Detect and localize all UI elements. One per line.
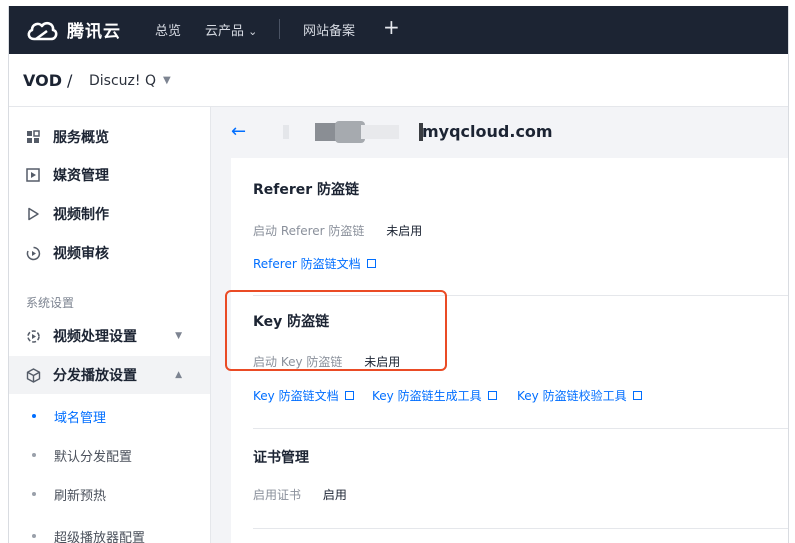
sidebar-subitem-player-config[interactable]: 超级播放器配置	[9, 518, 210, 543]
key-generate-tool-label: Key 防盗链生成工具	[372, 389, 482, 403]
cube-icon	[25, 367, 41, 383]
sidebar-item-video-processing[interactable]: 视频处理设置 ▼	[9, 317, 210, 355]
key-doc-link-label: Key 防盗链文档	[253, 389, 339, 403]
sidebar-subitem-label: 默认分发配置	[54, 449, 133, 465]
top-nav-bar: 腾讯云 总览 云产品 ⌄ 网站备案 +	[9, 6, 788, 54]
redacted-block	[283, 125, 289, 139]
external-link-icon	[632, 389, 644, 400]
sidebar-item-distribution[interactable]: 分发播放设置 ▲	[9, 356, 210, 394]
caret-down-icon: ▲	[175, 370, 182, 380]
cert-status-label: 启用证书	[253, 488, 302, 502]
plus-icon[interactable]: +	[383, 15, 400, 39]
nav-cloud-products-label: 云产品	[205, 24, 245, 39]
bullet	[32, 492, 36, 496]
key-generate-tool-link[interactable]: Key 防盗链生成工具	[372, 387, 499, 404]
external-link-icon	[344, 389, 356, 400]
caret-down-icon: ▼	[175, 331, 182, 341]
sidebar-item-label: 视频审核	[53, 246, 109, 262]
product-name: VOD	[23, 71, 62, 90]
sidebar-item-video-review[interactable]: 视频审核	[9, 234, 210, 272]
referer-doc-link-label: Referer 防盗链文档	[253, 257, 361, 271]
bullet	[32, 414, 36, 418]
breadcrumb-separator: /	[67, 71, 73, 90]
caret-down-icon[interactable]: ▼	[163, 75, 171, 86]
sidebar-item-label: 分发播放设置	[53, 368, 137, 384]
sidebar-item-label: 视频制作	[53, 207, 109, 223]
cloud-logo-icon	[27, 21, 58, 40]
external-link-icon	[487, 389, 499, 400]
chevron-down-icon: ⌄	[248, 25, 258, 38]
app-selector[interactable]: Discuz! Q	[89, 73, 156, 89]
section-title-system-settings: 系统设置	[26, 296, 75, 310]
sidebar-item-overview[interactable]: 服务概览	[9, 118, 210, 156]
media-icon	[25, 167, 41, 183]
review-icon	[25, 245, 41, 261]
play-icon	[25, 206, 41, 222]
referer-doc-link[interactable]: Referer 防盗链文档	[253, 255, 378, 272]
brand-logo[interactable]: 腾讯云	[25, 17, 121, 42]
redacted-block	[361, 125, 399, 139]
key-verify-tool-link[interactable]: Key 防盗链校验工具	[517, 387, 644, 404]
product-header: VOD / Discuz! Q ▼	[9, 54, 788, 107]
cert-section-title: 证书管理	[253, 450, 309, 466]
nav-icp-filing[interactable]: 网站备案	[303, 20, 355, 39]
back-arrow-icon[interactable]: ←	[231, 121, 246, 142]
highlight-annotation-box	[225, 290, 447, 371]
referer-status-value: 未启用	[386, 224, 423, 238]
sidebar-subitem-label: 刷新预热	[54, 488, 107, 504]
bullet	[32, 534, 36, 538]
external-link-icon	[366, 257, 378, 268]
nav-cloud-products[interactable]: 云产品 ⌄	[205, 20, 257, 39]
referer-status-row: 启动 Referer 防盗链 未启用	[253, 222, 422, 239]
sidebar-subitem-domain[interactable]: 域名管理	[9, 398, 210, 434]
nav-overview[interactable]: 总览	[155, 20, 181, 39]
sidebar-item-label: 视频处理设置	[53, 329, 137, 345]
referer-status-label: 启动 Referer 防盗链	[253, 224, 365, 238]
nav-divider	[279, 19, 280, 39]
referer-section-title: Referer 防盗链	[253, 182, 360, 198]
bullet	[32, 453, 36, 457]
key-doc-link[interactable]: Key 防盗链文档	[253, 387, 356, 404]
sidebar-item-label: 媒资管理	[53, 168, 109, 184]
sidebar-item-label: 服务概览	[53, 130, 109, 146]
sidebar-item-video-production[interactable]: 视频制作	[9, 195, 210, 233]
process-icon	[25, 328, 41, 344]
brand-name: 腾讯云	[67, 22, 121, 42]
sidebar-subitem-refresh[interactable]: 刷新预热	[9, 476, 210, 512]
sidebar-subitem-label: 域名管理	[54, 410, 107, 426]
sidebar-subitem-label: 超级播放器配置	[54, 530, 146, 543]
sidebar-subitem-default-distribution[interactable]: 默认分发配置	[9, 437, 210, 473]
sidebar: 服务概览 媒资管理 视频制作 视频审核 系统设置 视频处理设置 ▼ 分发播放设置…	[9, 107, 211, 543]
divider	[253, 528, 788, 529]
domain-title: myqcloud.com	[422, 122, 553, 141]
grid-icon	[25, 129, 41, 145]
app-window: 腾讯云 总览 云产品 ⌄ 网站备案 + VOD / Discuz! Q ▼ 服务…	[8, 6, 789, 543]
sidebar-item-media[interactable]: 媒资管理	[9, 156, 210, 194]
cert-status-row: 启用证书 启用	[253, 486, 347, 503]
key-verify-tool-label: Key 防盗链校验工具	[517, 389, 627, 403]
divider	[253, 428, 788, 429]
cert-status-value: 启用	[322, 488, 347, 502]
